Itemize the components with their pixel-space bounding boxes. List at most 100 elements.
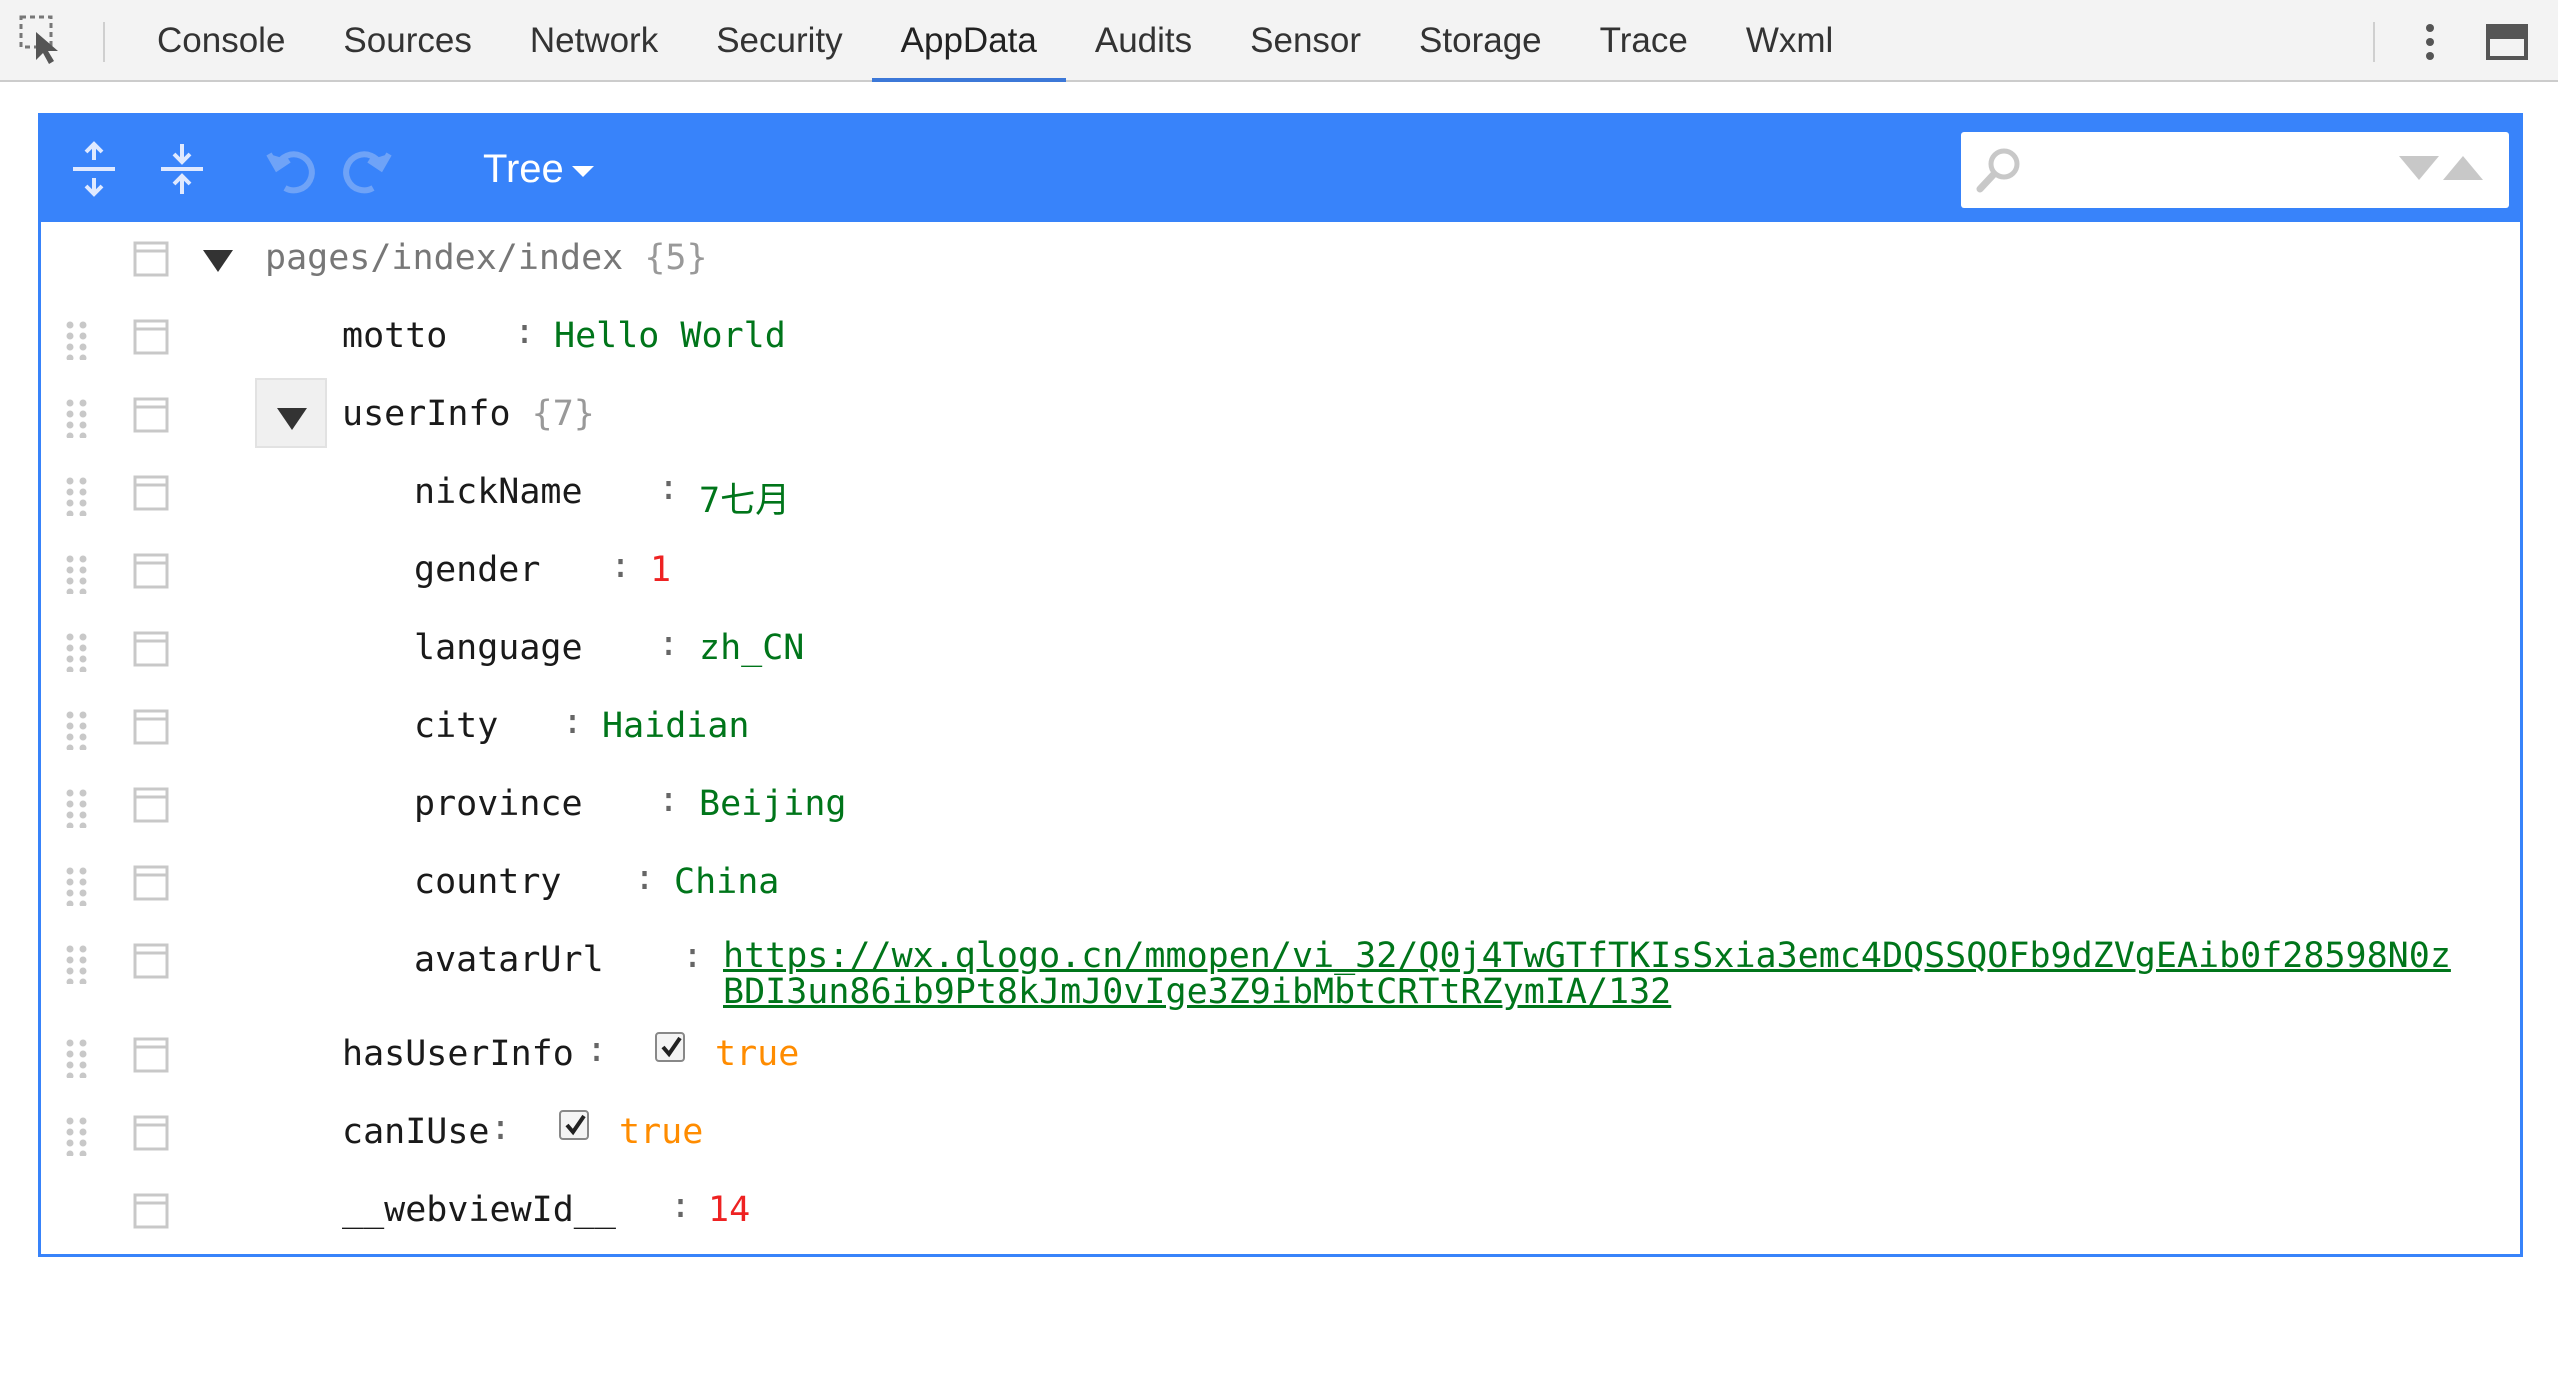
toolbar-divider xyxy=(2373,22,2375,62)
context-menu-icon[interactable] xyxy=(133,943,169,979)
context-menu-icon[interactable] xyxy=(133,319,169,355)
tree-row-gender: gender : 1 xyxy=(41,534,2520,612)
field-name[interactable]: canIUse xyxy=(342,1112,490,1152)
key-value-separator: : xyxy=(586,1030,608,1070)
drag-handle-icon[interactable] xyxy=(65,710,89,752)
field-name[interactable]: avatarUrl xyxy=(414,940,604,980)
expand-toggle[interactable] xyxy=(183,222,255,292)
search-icon xyxy=(1975,146,2023,194)
field-name: __webviewId__ xyxy=(342,1190,616,1230)
collapse-all-icon[interactable] xyxy=(153,140,211,198)
context-menu-icon[interactable] xyxy=(133,553,169,589)
context-menu-icon[interactable] xyxy=(133,787,169,823)
tab-sources[interactable]: Sources xyxy=(314,0,500,82)
context-menu-icon[interactable] xyxy=(133,241,169,277)
field-value[interactable]: 1 xyxy=(650,550,671,590)
tab-trace[interactable]: Trace xyxy=(1571,0,1717,82)
drag-handle-icon[interactable] xyxy=(65,944,89,986)
drag-handle-icon[interactable] xyxy=(65,320,89,362)
inspect-element-icon[interactable] xyxy=(18,14,70,66)
drag-handle-icon[interactable] xyxy=(65,1116,89,1158)
undo-icon[interactable] xyxy=(263,140,321,198)
tree-row-root: pages/index/index {5} xyxy=(41,222,2520,300)
expand-toggle[interactable] xyxy=(255,378,327,448)
context-menu-icon[interactable] xyxy=(133,475,169,511)
devtools-toolbar: Console Sources Network Security AppData… xyxy=(0,0,2558,82)
key-value-separator: : xyxy=(658,468,680,508)
drag-handle-icon[interactable] xyxy=(65,632,89,674)
tree-row-hasuserinfo: hasUserInfo : true xyxy=(41,1018,2520,1096)
tab-security[interactable]: Security xyxy=(687,0,871,82)
key-value-separator: : xyxy=(562,702,584,742)
drag-handle-icon[interactable] xyxy=(65,866,89,908)
key-value-separator: : xyxy=(610,546,632,586)
panel-tabs: Console Sources Network Security AppData… xyxy=(128,0,1862,82)
field-value[interactable]: 14 xyxy=(708,1190,750,1230)
field-name[interactable]: province xyxy=(414,784,583,824)
mode-label: Tree xyxy=(483,147,564,191)
field-name[interactable]: language xyxy=(414,628,583,668)
chevron-down-icon xyxy=(571,165,594,177)
dock-side-icon[interactable] xyxy=(2486,22,2530,62)
context-menu-icon[interactable] xyxy=(133,865,169,901)
boolean-checkbox[interactable] xyxy=(655,1032,685,1062)
context-menu-icon[interactable] xyxy=(133,1193,169,1229)
key-value-separator: : xyxy=(490,1108,512,1148)
key-value-separator: : xyxy=(658,780,680,820)
toolbar-divider xyxy=(103,22,105,62)
tree-row-userinfo: userInfo {7} xyxy=(41,378,2520,456)
tab-console[interactable]: Console xyxy=(128,0,314,82)
field-name[interactable]: city xyxy=(414,706,498,746)
context-menu-icon[interactable] xyxy=(133,631,169,667)
field-value[interactable]: Hello World xyxy=(554,316,786,356)
drag-handle-icon[interactable] xyxy=(65,1038,89,1080)
field-name[interactable]: motto xyxy=(342,316,447,356)
field-value[interactable]: Haidian xyxy=(602,706,750,746)
editor-menu-bar: Tree xyxy=(41,116,2520,222)
field-name[interactable]: hasUserInfo xyxy=(342,1034,574,1074)
drag-handle-icon[interactable] xyxy=(65,398,89,440)
key-value-separator: : xyxy=(514,312,536,352)
drag-handle-icon[interactable] xyxy=(65,476,89,518)
tab-storage[interactable]: Storage xyxy=(1390,0,1571,82)
field-value: true xyxy=(619,1112,704,1152)
tree-row-avatarurl: avatarUrl : https://wx.qlogo.cn/mmopen/v… xyxy=(41,924,2520,1018)
tree-row-webviewid: __webviewId__ : 14 xyxy=(41,1174,2520,1252)
search-next-icon[interactable] xyxy=(2399,156,2439,180)
tab-network[interactable]: Network xyxy=(501,0,687,82)
boolean-checkbox[interactable] xyxy=(559,1110,589,1140)
field-name[interactable]: nickName xyxy=(414,472,583,512)
context-menu-icon[interactable] xyxy=(133,709,169,745)
json-editor: Tree pages/index/index {5} motto: Hello… xyxy=(38,113,2523,1257)
checkmark-icon xyxy=(565,1114,586,1136)
avatar-url-link[interactable]: https://wx.qlogo.cn/mmopen/vi_32/Q0j4TwG… xyxy=(683,938,2468,1010)
field-value: true xyxy=(715,1034,800,1074)
search-input[interactable] xyxy=(2031,144,2375,198)
search-previous-icon[interactable] xyxy=(2443,156,2483,180)
triangle-down-icon xyxy=(277,408,307,430)
field-value[interactable]: China xyxy=(674,862,779,902)
drag-handle-icon[interactable] xyxy=(65,554,89,596)
tab-appdata[interactable]: AppData xyxy=(871,0,1066,82)
tab-sensor[interactable]: Sensor xyxy=(1221,0,1390,82)
mode-dropdown[interactable]: Tree xyxy=(483,138,594,200)
context-menu-icon[interactable] xyxy=(133,1037,169,1073)
field-value[interactable]: Beijing xyxy=(699,784,847,824)
tab-audits[interactable]: Audits xyxy=(1066,0,1221,82)
more-options-icon[interactable] xyxy=(2410,18,2450,66)
field-name[interactable]: country xyxy=(414,862,562,902)
context-menu-icon[interactable] xyxy=(133,397,169,433)
field-value[interactable]: 7七月 xyxy=(699,472,790,523)
key-value-separator: : xyxy=(658,624,680,664)
context-menu-icon[interactable] xyxy=(133,1115,169,1151)
field-name[interactable]: userInfo xyxy=(342,394,511,434)
checkmark-icon xyxy=(661,1036,682,1058)
expand-all-icon[interactable] xyxy=(65,140,123,198)
tab-wxml[interactable]: Wxml xyxy=(1717,0,1862,82)
field-name[interactable]: gender xyxy=(414,550,540,590)
redo-icon[interactable] xyxy=(337,140,395,198)
field-value[interactable]: zh_CN xyxy=(699,628,804,668)
field-name: pages/index/index xyxy=(265,238,624,278)
drag-handle-icon[interactable] xyxy=(65,788,89,830)
search-box xyxy=(1961,132,2509,208)
